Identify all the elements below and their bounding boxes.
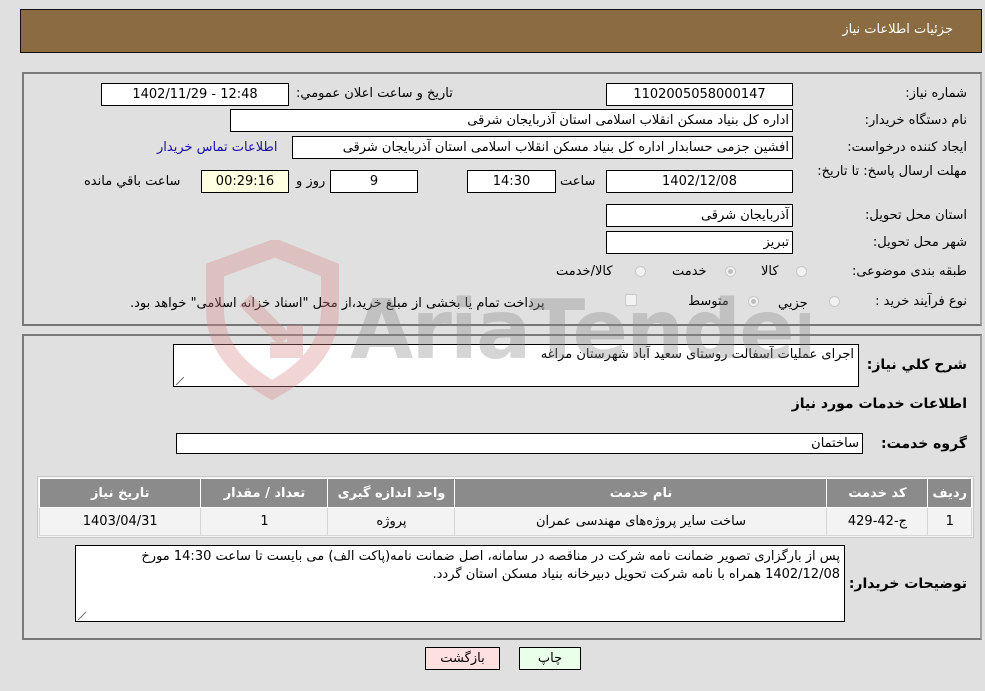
process-radio-minor[interactable] [829, 296, 840, 307]
process-label: نوع فرآیند خرید : [875, 294, 967, 309]
treasury-checkbox[interactable] [625, 294, 637, 306]
category-option-service: خدمت [672, 264, 707, 279]
treasury-note: پرداخت تمام یا بخشی از مبلغ خرید،از محل … [130, 296, 545, 311]
col-unit: واحد اندازه گیری [327, 478, 456, 508]
col-service-code: کد خدمت [826, 478, 929, 508]
city-label: شهر محل تحویل: [872, 235, 967, 250]
buyer-contact-link[interactable]: اطلاعات تماس خریدار [157, 140, 277, 155]
time-label: ساعت [560, 174, 596, 189]
cell-service-name: ساخت سایر پروژه‌های مهندسی عمران [454, 507, 828, 536]
print-button[interactable]: چاپ [519, 647, 581, 670]
province-field: آذربایجان شرقی [606, 204, 793, 227]
buyer-notes-text: پس از بارگزاری تصویر ضمانت نامه شرکت در … [141, 549, 840, 582]
summary-label: شرح کلي نياز: [866, 357, 967, 373]
category-option-goods-service: کالا/خدمت [556, 264, 613, 279]
services-table-wrapper: ردیف کد خدمت نام خدمت واحد اندازه گیری ت… [37, 476, 974, 538]
category-label: طبقه بندی موضوعی: [851, 264, 967, 279]
process-option-minor: جزيي [778, 296, 808, 311]
back-button[interactable]: بازگشت [425, 647, 500, 670]
buyer-org-field: اداره کل بنیاد مسکن انقلاب اسلامی استان … [230, 109, 793, 132]
buyer-org-label: نام دستگاه خریدار: [864, 113, 967, 128]
col-quantity: تعداد / مقدار [200, 478, 329, 508]
page-header: جزئیات اطلاعات نیاز [20, 9, 982, 53]
summary-text: اجرای عملیات آسفالت روستای سعید آباد شهر… [540, 347, 854, 362]
category-radio-goods-service[interactable] [635, 266, 646, 277]
cell-quantity: 1 [200, 507, 329, 536]
category-radio-service[interactable] [725, 266, 736, 277]
creator-field: افشین جزمی حسابدار اداره کل بنیاد مسکن ا… [292, 136, 793, 159]
process-radio-medium[interactable] [748, 296, 759, 307]
days-remaining-field: 9 [330, 170, 418, 193]
page-title: جزئیات اطلاعات نیاز [842, 22, 953, 37]
remaining-time-field: 00:29:16 [201, 170, 289, 193]
table-row: 1 ج-42-429 ساخت سایر پروژه‌های مهندسی عم… [38, 507, 972, 536]
table-header-row: ردیف کد خدمت نام خدمت واحد اندازه گیری ت… [38, 478, 972, 508]
need-number-field: 1102005058000147 [606, 83, 793, 106]
days-label: روز و [296, 174, 326, 189]
resize-grip-icon[interactable] [176, 377, 184, 385]
announce-field: 1402/11/29 - 12:48 [101, 83, 289, 106]
col-need-date: تاریخ نیاز [38, 478, 202, 508]
cell-row-number: 1 [927, 507, 972, 536]
summary-textarea[interactable]: اجرای عملیات آسفالت روستای سعید آباد شهر… [173, 344, 859, 387]
deadline-label: مهلت ارسال پاسخ: تا تاریخ: [817, 164, 967, 179]
province-label: استان محل تحویل: [865, 208, 967, 223]
col-row-number: ردیف [927, 478, 972, 508]
services-heading: اطلاعات خدمات مورد نیاز [791, 396, 967, 412]
col-service-name: نام خدمت [454, 478, 828, 508]
creator-label: ایجاد کننده درخواست: [847, 140, 967, 155]
announce-label: تاریخ و ساعت اعلان عمومي: [296, 86, 453, 101]
category-option-goods: کالا [761, 264, 779, 279]
category-radio-goods[interactable] [796, 266, 807, 277]
deadline-date-field: 1402/12/08 [606, 170, 793, 193]
deadline-time-field: 14:30 [467, 170, 556, 193]
need-number-label: شماره نیاز: [905, 86, 967, 101]
services-table: ردیف کد خدمت نام خدمت واحد اندازه گیری ت… [38, 478, 972, 536]
buyer-notes-label: توضیحات خریدار: [848, 576, 967, 592]
cell-need-date: 1403/04/31 [38, 507, 202, 536]
city-field: تبریز [606, 231, 793, 254]
resize-grip-icon[interactable] [78, 612, 86, 620]
service-group-label: گروه خدمت: [881, 436, 967, 452]
cell-unit: پروژه [327, 507, 456, 536]
cell-service-code: ج-42-429 [826, 507, 929, 536]
remaining-label: ساعت باقي مانده [84, 174, 181, 189]
buyer-notes-textarea[interactable]: پس از بارگزاری تصویر ضمانت نامه شرکت در … [75, 545, 845, 622]
service-group-field: ساختمان [176, 433, 863, 454]
process-option-medium: متوسط [688, 294, 729, 309]
